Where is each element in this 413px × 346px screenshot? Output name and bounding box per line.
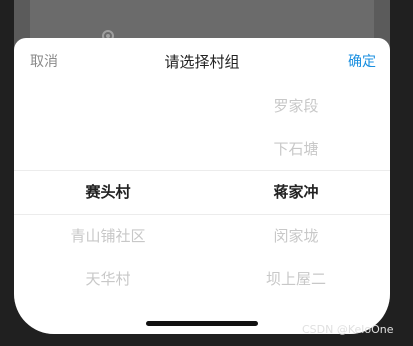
picker-header: 取消 请选择村组 确定 bbox=[14, 38, 390, 84]
village-option-selected[interactable]: 赛头村 bbox=[14, 170, 202, 214]
village-column[interactable]: 赛头村 青山铺社区 天华村 bbox=[14, 84, 202, 304]
group-option-selected[interactable]: 蒋家冲 bbox=[202, 170, 390, 214]
device-frame: 取消 请选择村组 确定 赛头村 青山铺社区 天华村 罗家段 下石塘 蒋家冲 闵家… bbox=[0, 0, 413, 346]
group-option[interactable]: 罗家段 bbox=[202, 84, 390, 128]
group-option[interactable]: 坝上屋二 bbox=[202, 257, 390, 301]
village-option[interactable]: 天华村 bbox=[14, 257, 202, 301]
watermark: CSDN @KeloOne bbox=[302, 323, 394, 336]
confirm-button[interactable]: 确定 bbox=[348, 51, 376, 71]
picker-wheel[interactable]: 赛头村 青山铺社区 天华村 罗家段 下石塘 蒋家冲 闵家垅 坝上屋二 bbox=[14, 84, 390, 304]
group-option[interactable]: 下石塘 bbox=[202, 127, 390, 171]
picker-title: 请选择村组 bbox=[164, 53, 240, 71]
village-picker-sheet: 取消 请选择村组 确定 赛头村 青山铺社区 天华村 罗家段 下石塘 蒋家冲 闵家… bbox=[14, 38, 390, 334]
group-column[interactable]: 罗家段 下石塘 蒋家冲 闵家垅 坝上屋二 bbox=[202, 84, 390, 304]
village-option[interactable] bbox=[14, 127, 202, 171]
village-option[interactable]: 青山铺社区 bbox=[14, 214, 202, 258]
village-option[interactable] bbox=[14, 84, 202, 128]
home-indicator[interactable] bbox=[146, 321, 258, 326]
group-option[interactable]: 闵家垅 bbox=[202, 214, 390, 258]
phone-screen: 取消 请选择村组 确定 赛头村 青山铺社区 天华村 罗家段 下石塘 蒋家冲 闵家… bbox=[14, 0, 390, 334]
